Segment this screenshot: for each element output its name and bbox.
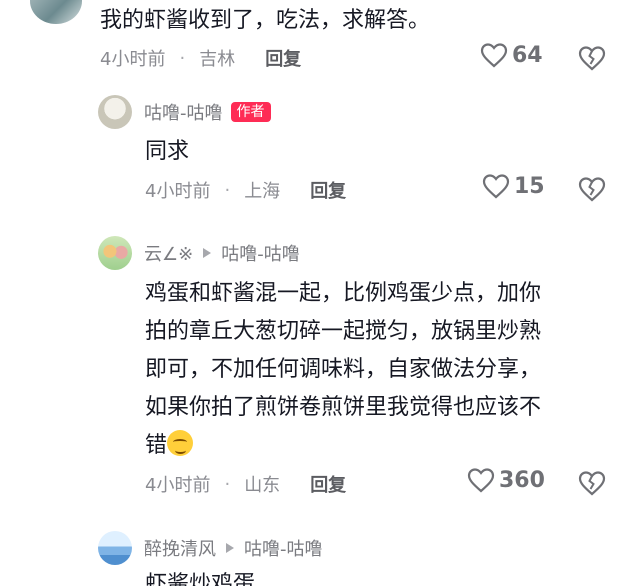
comment-location: 上海 bbox=[244, 181, 281, 202]
like-count: 64 bbox=[512, 42, 543, 68]
broken-heart-icon bbox=[578, 177, 606, 202]
comment-text-line: 拍的章丘大葱切碎一起搅匀，放锅里炒熟 bbox=[145, 319, 542, 344]
broken-heart-icon bbox=[578, 46, 606, 71]
broken-heart-icon bbox=[578, 471, 606, 496]
heart-outline-icon bbox=[480, 43, 508, 68]
comment-meta: 4小时前 · 上海 回复 bbox=[145, 175, 346, 205]
comment-time: 4小时前 bbox=[145, 181, 211, 202]
comment-location: 山东 bbox=[244, 475, 281, 496]
reply-button[interactable]: 回复 bbox=[265, 45, 301, 71]
avatar[interactable] bbox=[98, 95, 132, 129]
reply-button[interactable]: 回复 bbox=[310, 471, 346, 497]
comment-text-line: 错 bbox=[145, 427, 541, 465]
avatar[interactable] bbox=[30, 0, 82, 24]
reply-arrow-icon bbox=[226, 543, 234, 553]
comment-header: 醉挽清风 咕噜-咕噜 bbox=[144, 533, 323, 563]
comment-text-line: 如果你拍了煎饼卷煎饼里我觉得也应该不 bbox=[145, 395, 542, 420]
heart-outline-icon bbox=[482, 174, 510, 199]
comment-meta: 4小时前 · 山东 回复 bbox=[145, 469, 346, 499]
comment-text: 虾酱炒鸡蛋 bbox=[145, 572, 256, 586]
avatar[interactable] bbox=[98, 236, 132, 270]
comment-text: 同求 bbox=[145, 139, 190, 164]
author-name[interactable]: 云∠※ bbox=[144, 240, 193, 266]
meta-separator: · bbox=[224, 179, 231, 201]
comment-text: 鸡蛋和虾酱混一起，比例鸡蛋少点，加你 拍的章丘大葱切碎一起搅匀，放锅里炒熟 即可… bbox=[145, 275, 541, 465]
comment-location: 吉林 bbox=[199, 49, 236, 70]
like-button[interactable]: 64 bbox=[480, 42, 543, 68]
smirk-emoji bbox=[167, 430, 194, 456]
reply-button[interactable]: 回复 bbox=[310, 177, 346, 203]
reply-to-name[interactable]: 咕噜-咕噜 bbox=[221, 240, 300, 266]
like-count: 15 bbox=[514, 173, 545, 199]
comment-time: 4小时前 bbox=[145, 475, 211, 496]
author-name[interactable]: 咕噜-咕噜 bbox=[144, 99, 223, 125]
comment-text: 我的虾酱收到了，吃法，求解答。 bbox=[100, 8, 431, 33]
reply-to-name[interactable]: 咕噜-咕噜 bbox=[244, 535, 323, 561]
meta-separator: · bbox=[224, 473, 231, 495]
dislike-button[interactable] bbox=[578, 470, 606, 500]
author-name[interactable]: 醉挽清风 bbox=[144, 535, 216, 561]
avatar[interactable] bbox=[98, 531, 132, 565]
dislike-button[interactable] bbox=[578, 176, 606, 206]
like-count: 360 bbox=[499, 467, 545, 493]
heart-outline-icon bbox=[467, 468, 495, 493]
comment-text-line: 鸡蛋和虾酱混一起，比例鸡蛋少点，加你 bbox=[145, 281, 542, 306]
like-button[interactable]: 360 bbox=[467, 467, 545, 493]
author-badge: 作者 bbox=[230, 102, 271, 122]
comment-text-fragment: 错 bbox=[145, 433, 168, 458]
dislike-button[interactable] bbox=[578, 45, 606, 75]
reply-arrow-icon bbox=[203, 248, 212, 258]
comment-meta: 4小时前 · 吉林 回复 bbox=[100, 43, 301, 73]
comment-text-line: 即可，不加任何调味料，自家做法分享， bbox=[145, 357, 542, 382]
meta-separator: · bbox=[179, 47, 186, 69]
comment-time: 4小时前 bbox=[100, 49, 166, 70]
comment-header: 云∠※ 咕噜-咕噜 bbox=[144, 238, 300, 268]
like-button[interactable]: 15 bbox=[482, 173, 545, 199]
comment-header: 咕噜-咕噜 作者 bbox=[144, 97, 271, 127]
